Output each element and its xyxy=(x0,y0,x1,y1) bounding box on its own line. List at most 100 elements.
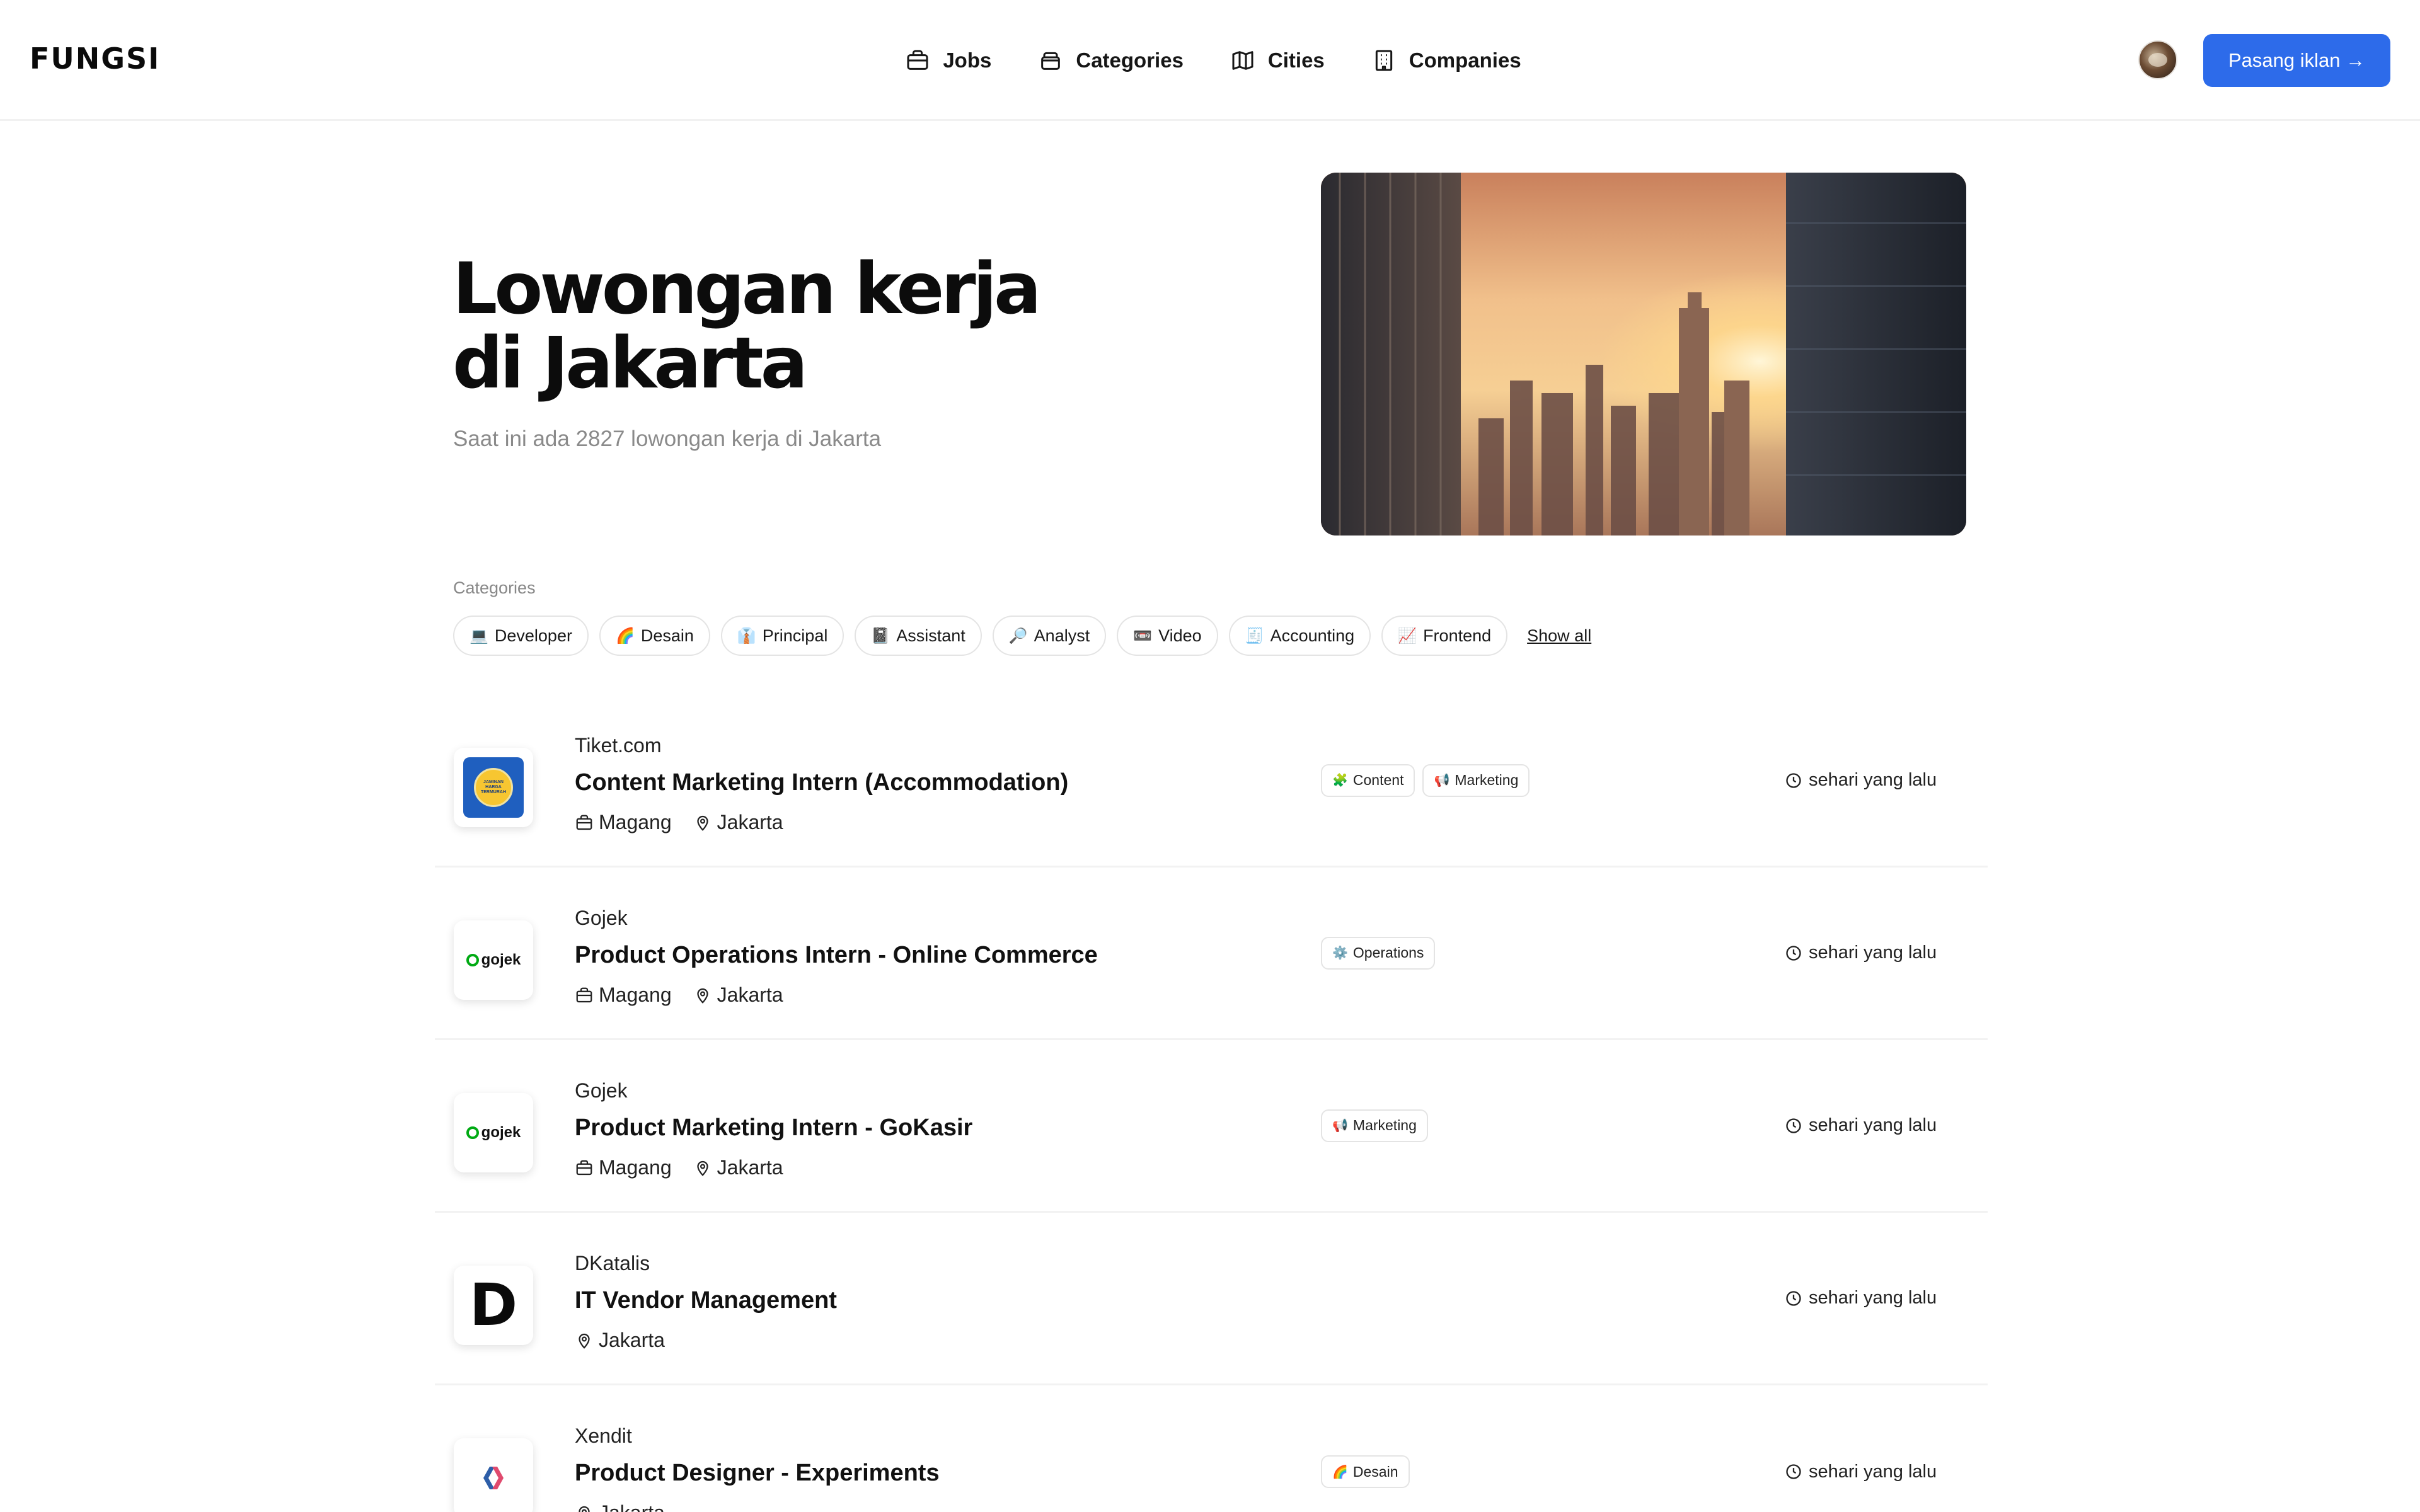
category-chip-label: Frontend xyxy=(1423,626,1492,645)
job-title[interactable]: Product Designer - Experiments xyxy=(575,1460,940,1487)
gojek-logo-text: gojek xyxy=(481,951,521,968)
job-row[interactable]: JAMINAN HARGA TERMURAH Tiket.com Content… xyxy=(435,695,1988,868)
nav-cities-label: Cities xyxy=(1267,49,1325,72)
map-pin-icon xyxy=(697,1160,708,1176)
job-type-label: Magang xyxy=(599,983,672,1006)
clock-icon xyxy=(1786,1118,1801,1133)
nav-companies-label: Companies xyxy=(1409,49,1521,72)
job-title[interactable]: Product Marketing Intern - GoKasir xyxy=(575,1114,972,1142)
xendit-logo-icon xyxy=(483,1467,504,1489)
job-meta: Magang Jakarta xyxy=(575,811,783,834)
nav-jobs[interactable]: Jobs xyxy=(905,48,991,73)
category-chip-frontend[interactable]: 📈 Frontend xyxy=(1381,616,1508,656)
category-chip-label: Accounting xyxy=(1270,626,1355,645)
category-chip-desain[interactable]: 🌈 Desain xyxy=(599,616,710,656)
tag-marketing[interactable]: 📢 Marketing xyxy=(1321,1109,1428,1142)
laptop-icon: 💻 xyxy=(470,627,488,644)
company-logo-gojek: gojek xyxy=(454,920,533,1000)
tag-content[interactable]: 🧩 Content xyxy=(1321,764,1415,797)
user-avatar[interactable] xyxy=(2138,40,2177,79)
briefcase-icon xyxy=(576,987,592,1002)
clock-icon xyxy=(1786,945,1801,961)
job-tags: 🌈 Desain xyxy=(1321,1385,1410,1512)
tag-label: Desain xyxy=(1352,1463,1398,1480)
posted-time-label: sehari yang lalu xyxy=(1809,1461,1937,1482)
gojek-logo: gojek xyxy=(466,1124,521,1142)
job-meta: Jakarta xyxy=(575,1501,665,1512)
tag-label: Marketing xyxy=(1352,1117,1417,1133)
clock-icon xyxy=(1786,1290,1801,1306)
job-type-label: Magang xyxy=(599,811,672,833)
posted-time: sehari yang lalu xyxy=(1785,868,1937,1038)
job-tags: ⚙️ Operations xyxy=(1321,868,1436,1038)
tag-operations[interactable]: ⚙️ Operations xyxy=(1321,936,1436,970)
category-chip-label: Video xyxy=(1158,626,1202,645)
nav-cities[interactable]: Cities xyxy=(1230,48,1325,73)
job-type-label: Magang xyxy=(599,1156,672,1179)
job-location-label: Jakarta xyxy=(599,1329,665,1351)
company-logo-tiket: JAMINAN HARGA TERMURAH xyxy=(454,748,533,827)
company-name: Gojek xyxy=(575,907,628,929)
category-chip-principal[interactable]: 👔 Principal xyxy=(720,616,844,656)
category-chip-video[interactable]: 📼 Video xyxy=(1117,616,1218,656)
job-location: Jakarta xyxy=(693,983,783,1007)
job-row[interactable]: gojek Gojek Product Marketing Intern - G… xyxy=(435,1040,1988,1213)
job-type: Magang xyxy=(575,811,672,834)
posted-time: sehari yang lalu xyxy=(1785,1040,1937,1211)
nav-jobs-label: Jobs xyxy=(943,49,992,72)
megaphone-icon: 📢 xyxy=(1332,1119,1348,1133)
briefcase-icon xyxy=(576,815,592,830)
page-title-line-2: di Jakarta xyxy=(452,323,808,404)
nav-categories[interactable]: Categories xyxy=(1038,48,1184,73)
chart-up-icon: 📈 xyxy=(1398,627,1417,644)
job-location-label: Jakarta xyxy=(717,811,783,833)
category-chip-accounting[interactable]: 🧾 Accounting xyxy=(1228,616,1371,656)
gojek-logo: gojek xyxy=(466,951,521,969)
job-row[interactable]: Xendit Product Designer - Experiments Ja… xyxy=(435,1385,1988,1512)
job-tags: 🧩 Content 📢 Marketing xyxy=(1321,695,1530,866)
tiket-logo-text: JAMINAN HARGA TERMURAH xyxy=(474,768,513,807)
nav-companies[interactable]: Companies xyxy=(1371,48,1521,73)
megaphone-icon: 📢 xyxy=(1434,774,1450,788)
posted-time: sehari yang lalu xyxy=(1785,1213,1937,1383)
jakarta-skyline-image xyxy=(1321,173,1966,536)
nav-categories-label: Categories xyxy=(1076,49,1184,72)
main-nav: Jobs Categories Cities Companies xyxy=(0,0,2420,121)
job-title[interactable]: IT Vendor Management xyxy=(575,1287,837,1314)
briefcase-icon xyxy=(576,1160,592,1175)
job-location-label: Jakarta xyxy=(599,1501,665,1512)
show-all-categories-link[interactable]: Show all xyxy=(1527,626,1591,646)
job-title[interactable]: Product Operations Intern - Online Comme… xyxy=(575,942,1098,969)
category-chip-assistant[interactable]: 📓 Assistant xyxy=(855,616,982,656)
clock-icon xyxy=(1786,772,1801,788)
job-title[interactable]: Content Marketing Intern (Accommodation) xyxy=(575,769,1068,796)
posted-time-label: sehari yang lalu xyxy=(1809,770,1937,790)
notebook-icon: 📓 xyxy=(871,627,890,644)
job-tags: 📢 Marketing xyxy=(1321,1040,1428,1211)
category-chip-analyst[interactable]: 🔎 Analyst xyxy=(992,616,1107,656)
job-row[interactable]: D DKatalis IT Vendor Management Jakarta … xyxy=(435,1213,1988,1385)
page-title: Lowongan kerja di Jakarta xyxy=(452,252,1042,404)
gojek-mark-icon xyxy=(466,954,479,966)
posted-time-label: sehari yang lalu xyxy=(1809,942,1937,963)
job-location-label: Jakarta xyxy=(717,1156,783,1179)
job-location-label: Jakarta xyxy=(717,983,783,1006)
map-pin-icon xyxy=(579,1506,590,1512)
category-chip-developer[interactable]: 💻 Developer xyxy=(453,616,589,656)
post-job-button[interactable]: Pasang iklan → xyxy=(2203,34,2390,87)
job-meta: Magang Jakarta xyxy=(575,983,783,1007)
category-chip-label: Developer xyxy=(494,626,572,645)
job-meta: Magang Jakarta xyxy=(575,1156,783,1179)
job-location: Jakarta xyxy=(575,1329,665,1352)
rainbow-icon: 🌈 xyxy=(615,627,635,644)
job-count-subtitle: Saat ini ada 2827 lowongan kerja di Jaka… xyxy=(453,427,882,451)
tag-desain[interactable]: 🌈 Desain xyxy=(1321,1455,1410,1488)
dkatalis-logo-letter: D xyxy=(469,1271,518,1339)
job-row[interactable]: gojek Gojek Product Operations Intern - … xyxy=(435,868,1988,1040)
tag-label: Operations xyxy=(1352,944,1424,961)
tag-marketing[interactable]: 📢 Marketing xyxy=(1422,764,1530,797)
gojek-mark-icon xyxy=(466,1126,479,1139)
company-logo-dkatalis: D xyxy=(454,1266,533,1345)
gojek-logo-text: gojek xyxy=(481,1124,521,1141)
content-icon: 🧩 xyxy=(1332,774,1348,788)
